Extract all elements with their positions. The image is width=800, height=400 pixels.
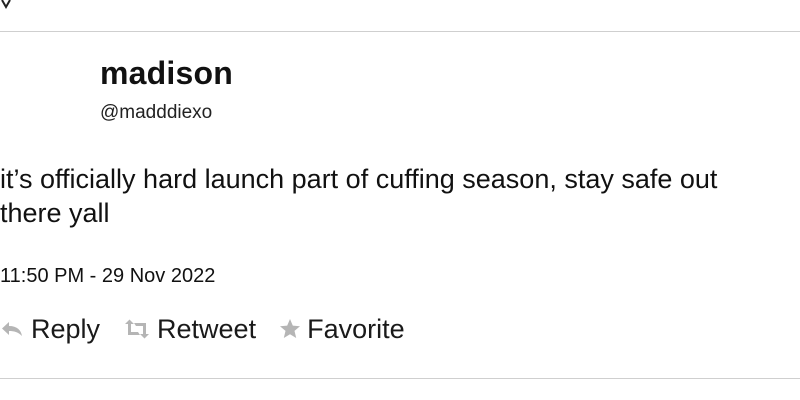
tweet-text: it’s officially hard launch part of cuff… xyxy=(0,164,718,228)
display-name[interactable]: madison xyxy=(100,55,233,91)
star-icon xyxy=(278,318,302,340)
retweet-icon xyxy=(122,319,152,339)
reply-button[interactable]: Reply xyxy=(0,313,100,345)
favorite-label: Favorite xyxy=(307,314,405,344)
reply-label: Reply xyxy=(31,314,101,344)
tweet-card: madison @madddiexo it’s officially hard … xyxy=(0,0,800,400)
reply-arrow-icon xyxy=(0,319,26,339)
retweet-button[interactable]: Retweet xyxy=(122,313,256,345)
cropped-icon-fragment xyxy=(1,0,11,10)
bottom-divider xyxy=(0,378,800,379)
top-divider xyxy=(0,31,800,32)
favorite-button[interactable]: Favorite xyxy=(278,313,405,345)
user-handle[interactable]: @madddiexo xyxy=(100,101,212,125)
retweet-label: Retweet xyxy=(157,314,257,344)
tweet-actions: Reply Retweet Favorite xyxy=(0,311,405,347)
tweet-timestamp[interactable]: 11:50 PM - 29 Nov 2022 xyxy=(0,264,215,288)
